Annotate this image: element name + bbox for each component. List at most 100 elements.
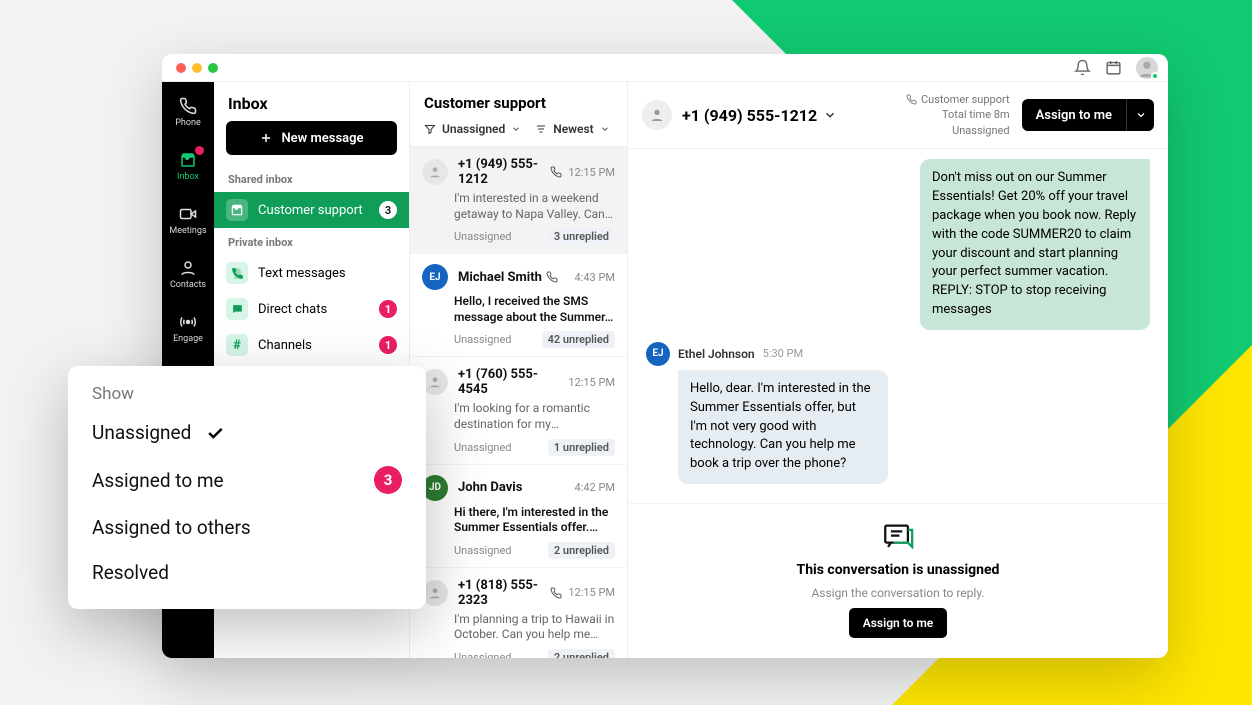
assign-caret-button[interactable] <box>1126 99 1154 131</box>
rail-meetings[interactable]: Meetings <box>162 198 214 242</box>
chevron-down-icon <box>511 124 521 134</box>
footer-assign-button[interactable]: Assign to me <box>849 608 948 638</box>
popup-item[interactable]: Resolved <box>68 550 426 595</box>
chat-square-icon <box>226 298 248 320</box>
rail-engage[interactable]: Engage <box>162 306 214 350</box>
footer-title: This conversation is unassigned <box>797 562 1000 578</box>
minimize-dot[interactable] <box>192 63 202 73</box>
phone-small-icon <box>550 166 562 178</box>
video-icon <box>178 204 198 224</box>
conv-time: 4:42 PM <box>575 481 615 494</box>
conv-preview: I'm interested in a weekend getaway to N… <box>454 191 615 222</box>
thread-footer: This conversation is unassigned Assign t… <box>628 503 1168 658</box>
avatar-initials: EJ <box>422 264 448 290</box>
conversation-item[interactable]: +1 (760) 555-4545 12:15 PM I'm looking f… <box>410 357 627 464</box>
unreplied-chip: 42 unreplied <box>542 331 615 348</box>
sender-name: Ethel Johnson <box>678 347 755 361</box>
contact-number: +1 (949) 555-1212 <box>682 106 817 125</box>
contact-number-dropdown[interactable]: +1 (949) 555-1212 <box>682 106 837 125</box>
conversation-item[interactable]: +1 (949) 555-1212 12:15 PM I'm intereste… <box>410 147 627 254</box>
conv-name: John Davis <box>458 480 569 495</box>
popup-item-label: Resolved <box>92 561 169 584</box>
popup-item[interactable]: Unassigned <box>68 410 426 455</box>
close-dot[interactable] <box>176 63 186 73</box>
conv-time: 12:15 PM <box>568 166 615 179</box>
rail-contacts[interactable]: Contacts <box>162 252 214 296</box>
popup-item-label: Assigned to others <box>92 516 251 539</box>
conversation-item[interactable]: +1 (818) 555-2323 12:15 PM I'm planning … <box>410 568 627 658</box>
conv-status: Unassigned <box>454 544 512 557</box>
chevron-down-icon <box>600 124 610 134</box>
conv-status: Unassigned <box>454 333 512 346</box>
sender-row: EJ Ethel Johnson 5:30 PM <box>646 342 1150 366</box>
rail-label: Meetings <box>169 226 206 236</box>
conv-time: 12:15 PM <box>568 376 615 389</box>
conversation-item[interactable]: JDJohn Davis 4:42 PM Hi there, I'm inter… <box>410 465 627 568</box>
inbox-title: Inbox <box>214 82 409 121</box>
inbox-text-messages[interactable]: Text messages <box>214 255 409 291</box>
popup-item-label: Unassigned <box>92 421 191 444</box>
thread-meta: Customer support Total time 8m Unassigne… <box>906 92 1010 138</box>
conv-name: Michael Smith <box>458 270 569 285</box>
zoom-dot[interactable] <box>208 63 218 73</box>
chevron-down-icon <box>823 108 837 122</box>
filter-icon <box>424 123 436 135</box>
rail-label: Contacts <box>170 280 206 290</box>
new-message-button[interactable]: New message <box>226 121 397 155</box>
shared-inbox-label: Shared inbox <box>214 165 409 192</box>
conversation-title: Customer support <box>410 82 627 122</box>
filter-sort[interactable]: Newest <box>535 122 609 136</box>
phone-icon <box>178 96 198 116</box>
count-badge: 1 <box>379 336 397 354</box>
inbox-row-label: Direct chats <box>258 302 327 317</box>
conv-time: 4:43 PM <box>575 271 615 284</box>
rail-inbox[interactable]: Inbox <box>162 144 214 188</box>
rail-phone[interactable]: Phone <box>162 90 214 134</box>
inbox-row-label: Customer support <box>258 203 363 218</box>
popup-item-label: Assigned to me <box>92 469 224 492</box>
popup-title: Show <box>68 384 426 410</box>
bell-icon[interactable] <box>1074 59 1091 76</box>
inbox-channels[interactable]: # Channels 1 <box>214 327 409 363</box>
hash-square-icon: # <box>226 334 248 356</box>
conversation-panel: Customer support Unassigned Newest +1 (9… <box>410 82 628 658</box>
count-badge: 3 <box>379 201 397 219</box>
rail-label: Inbox <box>177 172 199 182</box>
rail-label: Engage <box>173 334 203 344</box>
popup-item[interactable]: Assigned to me 3 <box>68 455 426 505</box>
show-filter-popup: Show UnassignedAssigned to me3Assigned t… <box>68 366 426 609</box>
conv-status: Unassigned <box>454 230 512 243</box>
incoming-message: Hello, dear. I'm interested in the Summe… <box>678 370 888 484</box>
title-bar <box>162 54 1168 82</box>
inbox-customer-support[interactable]: Customer support 3 <box>214 192 409 228</box>
sender-avatar: EJ <box>646 342 670 366</box>
tray-icon <box>226 199 248 221</box>
conv-name: +1 (949) 555-1212 <box>458 157 562 187</box>
assign-to-me-button[interactable]: Assign to me <box>1022 99 1126 131</box>
conv-time: 12:15 PM <box>568 586 615 599</box>
user-avatar[interactable] <box>1136 57 1158 79</box>
conv-preview: Hi there, I'm interested in the Summer E… <box>454 505 615 536</box>
new-message-label: New message <box>281 131 363 146</box>
check-icon <box>205 423 225 443</box>
sender-time: 5:30 PM <box>763 347 803 360</box>
assign-split-button: Assign to me <box>1022 99 1154 131</box>
private-inbox-label: Private inbox <box>214 228 409 255</box>
filter-label: Unassigned <box>442 122 505 136</box>
popup-item[interactable]: Assigned to others <box>68 505 426 550</box>
calendar-icon[interactable] <box>1105 59 1122 76</box>
unread-dot-icon <box>195 146 204 155</box>
contacts-icon <box>178 258 198 278</box>
unreplied-chip: 3 unreplied <box>548 228 615 245</box>
filter-assignment[interactable]: Unassigned <box>424 122 521 136</box>
inbox-direct-chats[interactable]: Direct chats 1 <box>214 291 409 327</box>
phone-square-icon <box>226 262 248 284</box>
conversation-item[interactable]: EJMichael Smith 4:43 PM Hello, I receive… <box>410 254 627 357</box>
phone-small-icon <box>546 271 558 283</box>
conv-name: +1 (818) 555-2323 <box>458 578 562 608</box>
count-badge: 3 <box>374 466 402 494</box>
inbox-row-label: Channels <box>258 338 312 353</box>
plus-icon <box>259 131 273 145</box>
inbox-row-label: Text messages <box>258 266 346 281</box>
count-badge: 1 <box>379 300 397 318</box>
